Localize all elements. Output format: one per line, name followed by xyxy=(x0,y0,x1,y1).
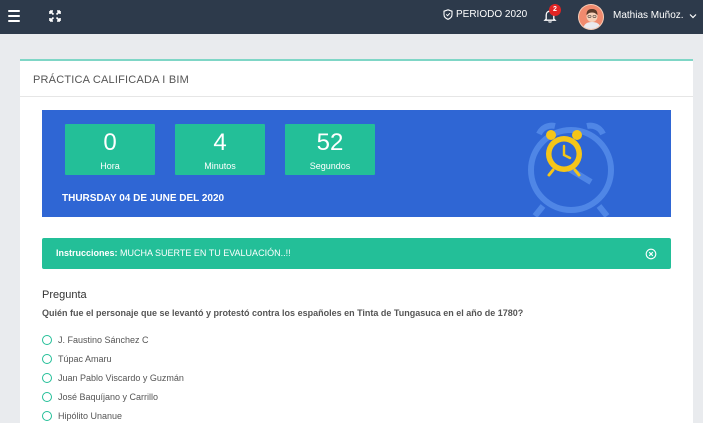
radio-icon[interactable] xyxy=(42,373,52,383)
alarm-clock-icon xyxy=(528,122,614,217)
exam-date: THURSDAY 04 DE JUNE DEL 2020 xyxy=(62,193,225,204)
minutes-label: Minutos xyxy=(204,161,236,171)
top-navbar: PERIODO 2020 2 Mathias Muñoz. xyxy=(0,0,703,34)
minutes-value: 4 xyxy=(213,129,227,156)
answer-option[interactable]: J. Faustino Sánchez C xyxy=(42,333,149,347)
avatar[interactable] xyxy=(578,4,604,30)
alert-text: Instrucciones: MUCHA SUERTE EN TU EVALUA… xyxy=(56,248,291,258)
notification-badge: 2 xyxy=(549,4,561,16)
seconds-box: 52 Segundos xyxy=(285,124,375,175)
exam-card: PRÁCTICA CALIFICADA I BIM 0 Hora 4 Minut… xyxy=(20,59,693,423)
instructions-alert: Instrucciones: MUCHA SUERTE EN TU EVALUA… xyxy=(42,238,671,269)
alert-label: Instrucciones: xyxy=(56,248,118,258)
answer-option[interactable]: Túpac Amaru xyxy=(42,352,112,366)
periodo-selector[interactable]: PERIODO 2020 xyxy=(443,9,527,20)
question-heading: Pregunta xyxy=(42,289,87,301)
close-circle-icon[interactable] xyxy=(645,248,657,260)
answer-option[interactable]: Juan Pablo Viscardo y Guzmán xyxy=(42,371,184,385)
radio-icon[interactable] xyxy=(42,392,52,402)
periodo-label: PERIODO 2020 xyxy=(456,9,528,20)
answer-option[interactable]: Hipólito Unanue xyxy=(42,409,122,423)
page-title: PRÁCTICA CALIFICADA I BIM xyxy=(33,74,189,86)
answer-option-label: José Baquíjano y Carrillo xyxy=(58,392,159,402)
radio-icon[interactable] xyxy=(42,411,52,421)
minutes-box: 4 Minutos xyxy=(175,124,265,175)
seconds-label: Segundos xyxy=(309,161,351,171)
shield-icon xyxy=(443,9,453,20)
divider xyxy=(20,96,693,97)
menu-icon[interactable] xyxy=(8,10,20,22)
answer-option-label: Juan Pablo Viscardo y Guzmán xyxy=(58,373,184,383)
hours-box: 0 Hora xyxy=(65,124,155,175)
question-text: Quién fue el personaje que se levantó y … xyxy=(42,308,524,318)
alert-message: MUCHA SUERTE EN TU EVALUACIÓN..!! xyxy=(120,248,291,258)
answer-option-label: Túpac Amaru xyxy=(58,354,112,364)
chevron-down-icon[interactable] xyxy=(688,11,698,21)
seconds-value: 52 xyxy=(316,129,344,156)
hours-value: 0 xyxy=(103,129,117,156)
countdown-panel: 0 Hora 4 Minutos 52 Segundos THURSDAY 04… xyxy=(42,110,671,217)
radio-icon[interactable] xyxy=(42,335,52,345)
hours-label: Hora xyxy=(100,161,120,171)
expand-icon[interactable] xyxy=(47,8,63,24)
user-name[interactable]: Mathias Muñoz. xyxy=(613,10,684,21)
answer-option-label: J. Faustino Sánchez C xyxy=(58,335,149,345)
answer-option-label: Hipólito Unanue xyxy=(58,411,123,421)
radio-icon[interactable] xyxy=(42,354,52,364)
answer-option[interactable]: José Baquíjano y Carrillo xyxy=(42,390,158,404)
